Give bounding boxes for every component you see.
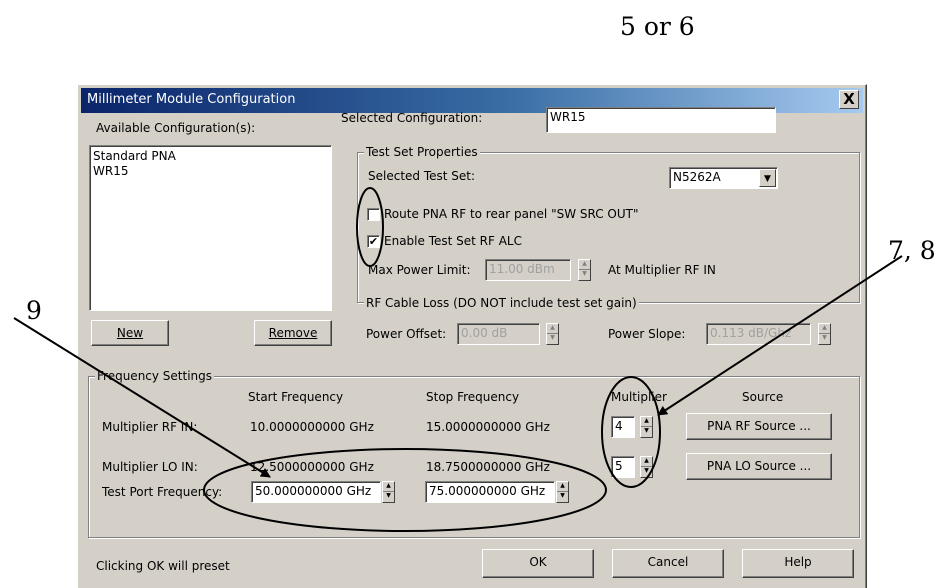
pna-rf-source-button[interactable]: PNA RF Source ...: [686, 413, 832, 440]
test-set-value: N5262A: [673, 170, 721, 184]
rf-in-label: Multiplier RF IN:: [102, 420, 198, 434]
spin-up-icon: ▲: [579, 260, 590, 270]
rf-in-stop: 15.0000000000 GHz: [426, 420, 550, 434]
list-item[interactable]: Standard PNA: [93, 149, 328, 164]
rf-in-start: 10.0000000000 GHz: [250, 420, 374, 434]
lo-multiplier-field[interactable]: 5: [611, 456, 635, 478]
test-set-select[interactable]: N5262A ▼: [669, 167, 778, 189]
enable-alc-label: Enable Test Set RF ALC: [384, 234, 522, 248]
power-slope-field: 0.113 dB/Ghz: [706, 323, 811, 345]
config-listbox[interactable]: Standard PNA WR15: [89, 145, 332, 311]
selected-test-set-label: Selected Test Set:: [368, 169, 476, 183]
spin-up-icon[interactable]: ▲: [383, 482, 394, 492]
spin-up-icon[interactable]: ▲: [641, 417, 652, 427]
callout-7-8: 7, 8: [888, 236, 936, 265]
rf-multiplier-field[interactable]: 4: [611, 416, 635, 438]
remove-button[interactable]: Remove: [254, 320, 332, 346]
lo-in-start: 12.5000000000 GHz: [250, 460, 374, 474]
spin-up-icon[interactable]: ▲: [557, 482, 568, 492]
help-button[interactable]: Help: [742, 549, 854, 578]
callout-5-or-6: 5 or 6: [620, 12, 695, 41]
route-rf-label: Route PNA RF to rear panel "SW SRC OUT": [384, 207, 639, 221]
power-offset-label: Power Offset:: [366, 327, 447, 341]
new-label: New: [116, 326, 144, 340]
max-power-field: 11.00 dBm: [485, 259, 571, 281]
spin-down-icon: ▼: [822, 334, 827, 341]
mm-config-dialog: Millimeter Module Configuration X Availa…: [77, 84, 867, 588]
lo-multiplier-spinner[interactable]: ▲ ▼: [640, 456, 653, 478]
checkmark-icon: ✔: [368, 235, 379, 248]
max-power-spinner: ▲ ▼: [578, 259, 591, 281]
route-rf-checkbox[interactable]: [367, 208, 380, 221]
pna-lo-source-button[interactable]: PNA LO Source ...: [686, 453, 832, 480]
test-set-group-title: Test Set Properties: [364, 145, 480, 159]
spin-down-icon: ▼: [582, 270, 587, 277]
new-button[interactable]: New: [91, 320, 169, 346]
ok-button[interactable]: OK: [482, 549, 594, 578]
test-port-start-field[interactable]: 50.000000000 GHz: [251, 481, 381, 503]
power-offset-spinner: ▲ ▼: [546, 323, 559, 345]
close-button[interactable]: X: [839, 90, 859, 109]
cancel-button[interactable]: Cancel: [612, 549, 724, 578]
spin-up-icon: ▲: [547, 324, 558, 334]
spin-down-icon[interactable]: ▼: [557, 492, 568, 502]
selected-config-label: Selected Configuration:: [341, 111, 483, 125]
enable-alc-checkbox[interactable]: ✔: [367, 235, 380, 248]
spin-down-icon[interactable]: ▼: [383, 492, 394, 502]
power-slope-spinner: ▲ ▼: [818, 323, 831, 345]
max-power-suffix: At Multiplier RF IN: [608, 263, 716, 277]
cable-loss-title: RF Cable Loss (DO NOT include test set g…: [364, 296, 639, 310]
max-power-label: Max Power Limit:: [368, 263, 471, 277]
dialog-title: Millimeter Module Configuration: [87, 92, 296, 107]
spin-down-icon[interactable]: ▼: [641, 427, 652, 437]
test-port-stop-spinner[interactable]: ▲ ▼: [556, 481, 569, 503]
close-icon: X: [843, 90, 855, 108]
spin-down-icon[interactable]: ▼: [641, 467, 652, 477]
spin-down-icon: ▼: [550, 334, 555, 341]
lo-in-label: Multiplier LO IN:: [102, 460, 198, 474]
chevron-down-icon[interactable]: ▼: [759, 169, 776, 187]
list-item[interactable]: WR15: [93, 164, 328, 179]
test-port-start-spinner[interactable]: ▲ ▼: [382, 481, 395, 503]
col-source: Source: [742, 390, 784, 404]
test-port-label: Test Port Frequency:: [102, 485, 223, 499]
col-start-freq: Start Frequency: [248, 390, 344, 404]
rf-multiplier-spinner[interactable]: ▲ ▼: [640, 416, 653, 438]
callout-9: 9: [26, 296, 42, 325]
col-stop-freq: Stop Frequency: [426, 390, 520, 404]
remove-label: Remove: [268, 326, 318, 340]
spin-up-icon[interactable]: ▲: [641, 457, 652, 467]
lo-in-stop: 18.7500000000 GHz: [426, 460, 550, 474]
footer-note: Clicking OK will preset: [96, 559, 230, 573]
test-port-stop-field[interactable]: 75.000000000 GHz: [425, 481, 555, 503]
available-config-label: Available Configuration(s):: [96, 121, 256, 135]
col-multiplier: Multiplier: [611, 390, 667, 404]
selected-config-field[interactable]: WR15: [546, 107, 776, 133]
power-slope-label: Power Slope:: [608, 327, 686, 341]
spin-up-icon: ▲: [819, 324, 830, 334]
power-offset-field: 0.00 dB: [457, 323, 540, 345]
frequency-group-title: Frequency Settings: [95, 369, 215, 383]
